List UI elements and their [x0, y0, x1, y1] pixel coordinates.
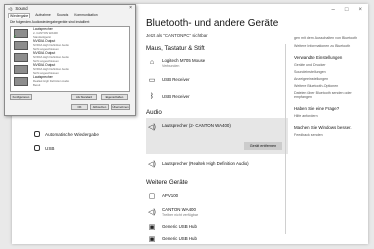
keyboard-icon: ▭: [148, 76, 156, 84]
device-name: USB Receiver: [162, 94, 190, 99]
speaker-icon: [13, 28, 28, 40]
instruction-text: Die folgenden Audiowiedergabegeräte sind…: [10, 20, 90, 24]
device-name: APV100: [162, 193, 179, 198]
visibility-text: Jetzt als "CANTONPC" sichtbar: [146, 33, 208, 38]
related-link[interactable]: Geräte und Drucker: [294, 63, 364, 67]
scrollbar[interactable]: [285, 44, 286, 234]
usb-icon: [34, 145, 40, 151]
page-title: Bluetooth- und andere Geräte: [146, 18, 279, 29]
dialog-title: ◁) Sound: [8, 6, 28, 11]
section-title-audio: Audio: [146, 109, 162, 116]
ok-button[interactable]: OK: [71, 104, 88, 110]
device-name: Generic USB Hub: [162, 236, 197, 241]
bluetooth-info-text: gen mit dem Ausschalten von Bluetooth: [294, 36, 358, 40]
tab-playback[interactable]: Wiedergabe: [8, 13, 31, 18]
configure-button[interactable]: Konfigurieren: [10, 94, 32, 100]
mouse-icon: ⌂: [149, 59, 155, 66]
related-link[interactable]: Dateien über Bluetooth senden oder empfa…: [294, 91, 364, 99]
list-item[interactable]: Lautsprecher 2- CANTON WA400 Standardger…: [13, 27, 129, 40]
set-default-button[interactable]: Als Standard: [71, 94, 97, 100]
left-nav: Automatische Wiedergabe USB: [34, 128, 99, 156]
tab-communication[interactable]: Kommunikation: [73, 13, 98, 18]
speaker-icon: ◁): [148, 208, 156, 216]
device-name: Lautsprecher (Realtek High Definition Au…: [162, 161, 249, 166]
related-link[interactable]: Soundeinstellungen: [294, 70, 364, 74]
device-row[interactable]: ▣ Generic USB Hub: [146, 230, 288, 247]
list-item[interactable]: NVIDIA Output NVIDIA High Definition Aud…: [14, 51, 129, 63]
device-name: Lautsprecher (2- CANTON WA400): [162, 123, 231, 128]
tab-recording[interactable]: Aufnahme: [34, 13, 51, 18]
monitor-speaker-icon: [14, 52, 28, 62]
feedback-link[interactable]: Feedback senden: [294, 133, 364, 137]
device-status: Treiber nicht verfügbar: [162, 212, 199, 217]
device-row[interactable]: ▢ APV100: [146, 187, 288, 204]
device-row[interactable]: ᛒ USB Receiver: [146, 88, 288, 105]
tab-sounds[interactable]: Sounds: [56, 13, 70, 18]
list-item[interactable]: NVIDIA Output NVIDIA High Definition Aud…: [14, 39, 129, 51]
device-name: Generic USB Hub: [162, 224, 197, 229]
section-title-other: Weitere Geräte: [146, 179, 188, 186]
device-row[interactable]: ▭ USB Receiver: [146, 71, 288, 88]
playback-device-list: Lautsprecher 2- CANTON WA400 Standardger…: [10, 26, 130, 92]
speaker-icon: ◁): [8, 6, 13, 11]
monitor-speaker-icon: [14, 64, 28, 74]
device-row[interactable]: ◁) Lautsprecher (Realtek High Definition…: [146, 155, 288, 172]
related-settings-panel: gen mit dem Ausschalten von Bluetooth We…: [294, 34, 364, 137]
related-link[interactable]: Anzeigeeinstellungen: [294, 77, 364, 81]
bluetooth-info-link[interactable]: Weitere Informationen zu Bluetooth: [294, 44, 364, 48]
minimize-button[interactable]: –: [332, 7, 335, 13]
device-state: Bereit: [33, 83, 41, 87]
dialog-title-text: Sound: [15, 6, 28, 11]
section-title-mouse: Maus, Tastatur & Stift: [146, 45, 205, 52]
close-icon[interactable]: ×: [129, 5, 132, 11]
close-button[interactable]: ×: [358, 7, 362, 13]
properties-button[interactable]: Eigenschaften: [101, 94, 128, 100]
remove-device-button[interactable]: Gerät entfernen: [244, 142, 282, 150]
bluetooth-icon: ᛒ: [149, 93, 155, 100]
list-item[interactable]: Lautsprecher Realtek High Definition Aud…: [14, 75, 129, 87]
speaker-icon: ◁): [148, 160, 156, 168]
device-name: CANTON WA400: [162, 206, 196, 212]
speaker-icon: [14, 76, 28, 86]
nav-item-autoplay[interactable]: Automatische Wiedergabe: [34, 128, 99, 140]
device-row-selected[interactable]: ◁) Lautsprecher (2- CANTON WA400) Gerät …: [146, 118, 288, 154]
device-name: USB Receiver: [162, 77, 190, 82]
nav-item-label: Automatische Wiedergabe: [45, 131, 99, 137]
window-controls: – □ ×: [332, 7, 362, 13]
cancel-button[interactable]: Abbrechen: [90, 104, 109, 110]
feedback-heading: Machen Sie Windows besser.: [294, 125, 352, 130]
nav-item-label: USB: [45, 145, 55, 151]
speaker-icon: ◁): [148, 124, 156, 131]
nav-item-usb[interactable]: USB: [34, 142, 99, 154]
autoplay-icon: [34, 131, 40, 137]
device-name: Logitech M705 Mouse: [162, 57, 206, 63]
related-settings-heading: Verwandte Einstellungen: [294, 55, 343, 60]
monitor-speaker-icon: [14, 40, 28, 50]
apply-button[interactable]: Übernehmen: [111, 104, 130, 110]
device-icon: ▢: [148, 192, 156, 200]
usb-hub-icon: ▣: [148, 235, 156, 243]
question-heading: Haben Sie eine Frage?: [294, 106, 340, 111]
help-link[interactable]: Hilfe anfordern: [294, 114, 364, 118]
maximize-button[interactable]: □: [345, 7, 349, 13]
device-row[interactable]: ⌂ Logitech M705 Mouse Verbunden: [146, 54, 288, 71]
list-item[interactable]: NVIDIA Output NVIDIA High Definition Aud…: [14, 63, 129, 75]
related-link[interactable]: Weitere Bluetooth-Optionen: [294, 84, 364, 88]
device-status: Verbunden: [162, 63, 180, 68]
sound-dialog: ◁) Sound × Wiedergabe Aufnahme Sounds Ko…: [4, 4, 136, 116]
dialog-tabs: Wiedergabe Aufnahme Sounds Kommunikation: [8, 13, 99, 18]
